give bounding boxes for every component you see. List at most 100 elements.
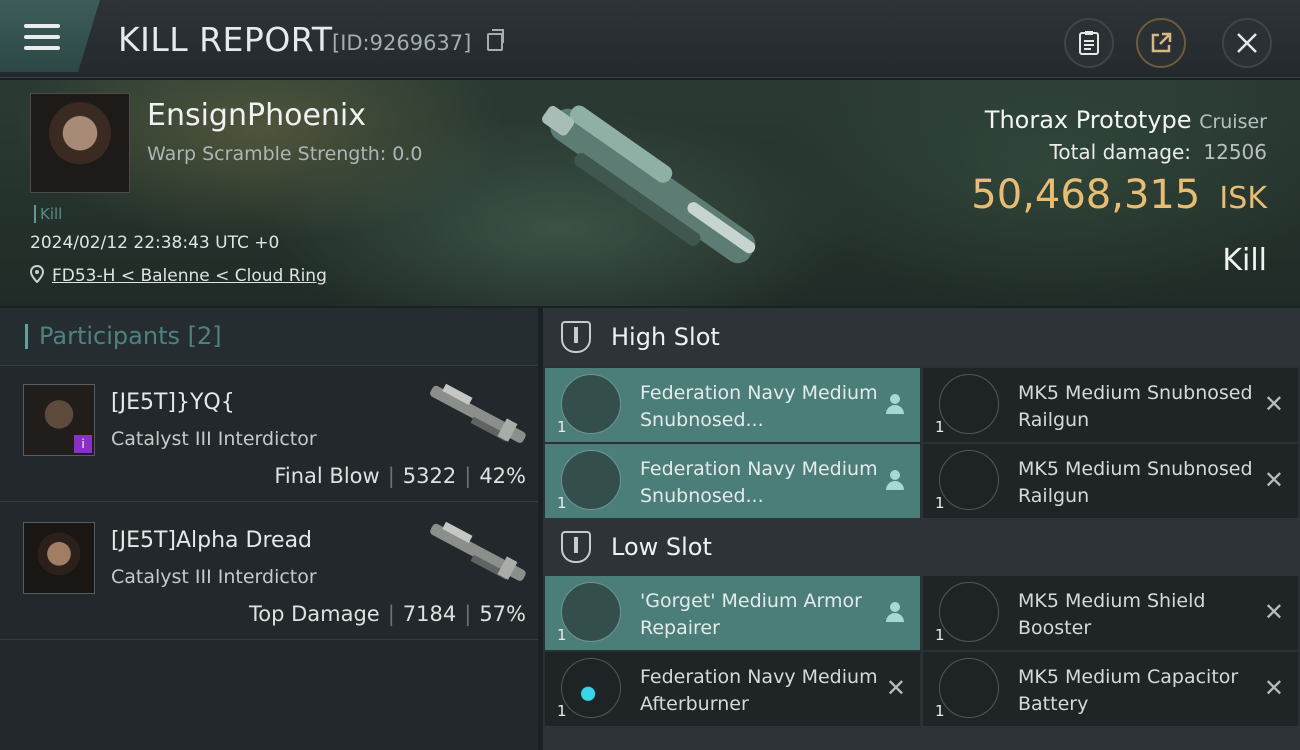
module-name: MK5 Medium Snubnosed Railgun [1018, 382, 1253, 431]
kill-id: [ID:9269637] [332, 31, 472, 55]
participant-row[interactable]: i [JE5T]}YQ{ Catalyst III Interdictor Fi… [0, 366, 538, 502]
destroyed-x-icon: ✕ [885, 674, 906, 702]
ship-class: Cruiser [1199, 111, 1267, 133]
victim-name[interactable]: EnsignPhoenix [147, 98, 366, 133]
participant-damage: 5322 [402, 464, 457, 488]
participant-ship: Catalyst III Interdictor [111, 428, 317, 450]
participant-avatar[interactable] [23, 522, 95, 594]
share-button[interactable] [1136, 18, 1186, 68]
mid-slot-header-partial [543, 726, 1300, 750]
module-name: 'Gorget' Medium Armor Repairer [640, 590, 862, 639]
high-slot-icon [561, 321, 591, 353]
railgun-icon [561, 374, 621, 434]
dropped-user-icon [886, 394, 904, 414]
module-item[interactable]: 1 MK5 Medium Shield Booster ✕ [923, 576, 1298, 650]
participant-ship-icon [430, 521, 526, 581]
module-name: MK5 Medium Snubnosed Railgun [1018, 458, 1253, 507]
module-name: Federation Navy Medium Snubnosed... [640, 382, 878, 431]
module-qty: 1 [557, 626, 567, 644]
isk-amount: 50,468,315 [971, 172, 1201, 218]
participant-damage: 7184 [402, 602, 457, 626]
low-slot-icon [561, 531, 591, 563]
module-qty: 1 [935, 418, 945, 436]
warp-scramble-strength: Warp Scramble Strength: 0.0 [147, 143, 423, 165]
capacitor-battery-icon [939, 658, 999, 718]
high-slot-title: High Slot [611, 323, 720, 351]
module-qty: 1 [557, 494, 567, 512]
location-pin-icon [29, 264, 45, 284]
close-icon [1237, 33, 1257, 53]
top-bar: KILL REPORT [ID:9269637] [0, 0, 1300, 78]
module-item[interactable]: 1 'Gorget' Medium Armor Repairer [545, 576, 920, 650]
participant-ship-icon [430, 383, 526, 443]
module-qty: 1 [935, 626, 945, 644]
ship-type[interactable]: Thorax Prototype Cruiser [985, 106, 1267, 134]
module-name: MK5 Medium Capacitor Battery [1018, 666, 1239, 715]
info-badge-icon: i [74, 435, 92, 453]
armor-repairer-icon [561, 582, 621, 642]
high-slot-header: High Slot [543, 308, 1300, 366]
dropped-user-icon [886, 602, 904, 622]
participant-ship: Catalyst III Interdictor [111, 566, 317, 588]
participant-row[interactable]: [JE5T]Alpha Dread Catalyst III Interdict… [0, 504, 538, 640]
close-button[interactable] [1222, 18, 1272, 68]
page-title: KILL REPORT [118, 20, 333, 59]
participant-stats: Final Blow | 5322 | 42% [274, 464, 526, 488]
afterburner-icon [561, 658, 621, 718]
participants-panel: Participants [2] i [JE5T]}YQ{ Catalyst I… [0, 308, 538, 750]
isk-unit: ISK [1219, 181, 1267, 216]
kill-datetime: 2024/02/12 22:38:43 UTC +0 [30, 233, 280, 253]
module-item[interactable]: 1 MK5 Medium Snubnosed Railgun ✕ [923, 368, 1298, 442]
ship-name: Thorax Prototype [984, 106, 1192, 134]
participant-avatar[interactable]: i [23, 384, 95, 456]
module-item[interactable]: 1 MK5 Medium Snubnosed Railgun ✕ [923, 444, 1298, 518]
module-qty: 1 [557, 702, 567, 720]
railgun-icon [561, 450, 621, 510]
victim-ship-render [542, 105, 756, 264]
participant-name: [JE5T]}YQ{ [111, 390, 235, 415]
destroyed-x-icon: ✕ [1263, 390, 1284, 418]
module-item[interactable]: 1 Federation Navy Medium Snubnosed... [545, 368, 920, 442]
participant-role: Top Damage [248, 602, 380, 626]
participants-title: Participants [2] [39, 322, 222, 350]
participant-percent: 42% [479, 464, 526, 488]
module-name: Federation Navy Medium Snubnosed... [640, 458, 878, 507]
kill-tag: Kill [34, 205, 62, 223]
participant-stats: Top Damage | 7184 | 57% [248, 602, 526, 626]
destroyed-x-icon: ✕ [1263, 674, 1284, 702]
module-item[interactable]: 1 MK5 Medium Capacitor Battery ✕ [923, 652, 1298, 726]
railgun-icon [939, 450, 999, 510]
total-damage: Total damage: 12506 [1050, 140, 1267, 164]
low-slot-title: Low Slot [611, 533, 712, 561]
destroyed-x-icon: ✕ [1263, 598, 1284, 626]
module-qty: 1 [557, 418, 567, 436]
fitting-panel: High Slot 1 Federation Navy Medium Snubn… [543, 308, 1300, 750]
clipboard-button[interactable] [1064, 18, 1114, 68]
kill-result: Kill [1222, 243, 1267, 278]
share-icon [1151, 32, 1172, 53]
module-name: MK5 Medium Shield Booster [1018, 590, 1206, 639]
low-slot-header: Low Slot [543, 518, 1300, 576]
clipboard-icon [1079, 31, 1099, 55]
total-damage-value: 12506 [1203, 140, 1267, 164]
module-qty: 1 [935, 494, 945, 512]
railgun-icon [939, 374, 999, 434]
copy-icon[interactable] [487, 29, 504, 51]
participant-name: [JE5T]Alpha Dread [111, 528, 313, 553]
module-item[interactable]: 1 Federation Navy Medium Afterburner ✕ [545, 652, 920, 726]
participant-percent: 57% [479, 602, 526, 626]
total-damage-label: Total damage: [1049, 140, 1192, 164]
victim-portrait[interactable] [30, 93, 130, 193]
participants-header: Participants [2] [0, 308, 538, 366]
isk-value: 50,468,315 ISK [971, 172, 1267, 218]
kill-location-link[interactable]: FD53-H < Balenne < Cloud Ring [52, 266, 327, 286]
shield-booster-icon [939, 582, 999, 642]
dropped-user-icon [886, 470, 904, 490]
participant-role: Final Blow [274, 464, 380, 488]
module-item[interactable]: 1 Federation Navy Medium Snubnosed... [545, 444, 920, 518]
hamburger-menu-icon[interactable] [24, 24, 60, 50]
module-name: Federation Navy Medium Afterburner [640, 666, 878, 715]
destroyed-x-icon: ✕ [1263, 466, 1284, 494]
module-qty: 1 [935, 702, 945, 720]
participants-accent-bar [25, 324, 28, 349]
